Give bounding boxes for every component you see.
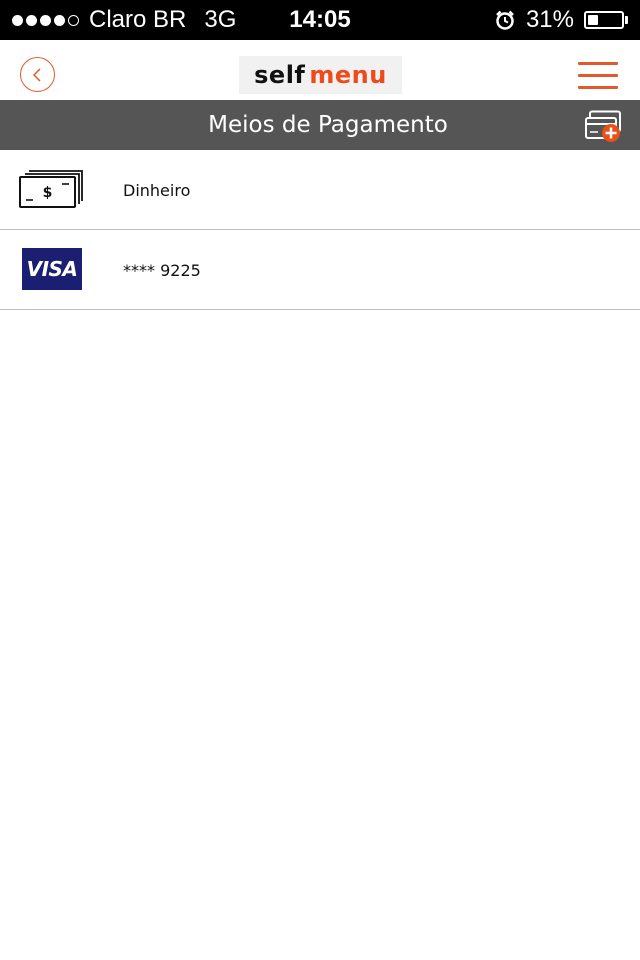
hamburger-menu-button[interactable]	[578, 62, 622, 90]
visa-card-icon: VISA	[19, 247, 83, 292]
visa-brand-badge: VISA	[22, 247, 82, 290]
payment-item-label: **** 9225	[123, 261, 201, 280]
cash-bills-icon: $	[19, 168, 83, 212]
payment-item-cash[interactable]: $ Dinheiro	[0, 150, 640, 230]
app-screen: Claro BR 3G 14:05 31% self menu Meios de…	[0, 0, 640, 960]
page-title: Meios de Pagamento	[208, 112, 448, 138]
payment-item-visa[interactable]: VISA **** 9225	[0, 230, 640, 310]
alarm-clock-icon	[496, 10, 514, 30]
logo-self-text: self	[254, 61, 306, 89]
status-right: 31%	[494, 0, 628, 40]
self-menu-logo: self menu	[239, 56, 402, 94]
back-button[interactable]	[20, 57, 55, 92]
battery-icon	[584, 11, 628, 29]
logo-menu-text: menu	[309, 61, 387, 89]
svg-text:$: $	[43, 185, 53, 201]
battery-percent: 31%	[525, 6, 574, 33]
add-card-button[interactable]	[584, 110, 624, 144]
add-card-icon	[585, 110, 621, 142]
hamburger-icon	[578, 62, 618, 65]
chevron-left-icon	[32, 67, 41, 82]
payment-item-label: Dinheiro	[123, 181, 191, 200]
payment-methods-list: $ Dinheiro VISA **** 9225	[0, 150, 640, 310]
title-bar: Meios de Pagamento	[0, 100, 640, 150]
status-bar: Claro BR 3G 14:05 31%	[0, 0, 640, 40]
app-header: self menu	[0, 40, 640, 100]
battery-level	[588, 15, 598, 25]
